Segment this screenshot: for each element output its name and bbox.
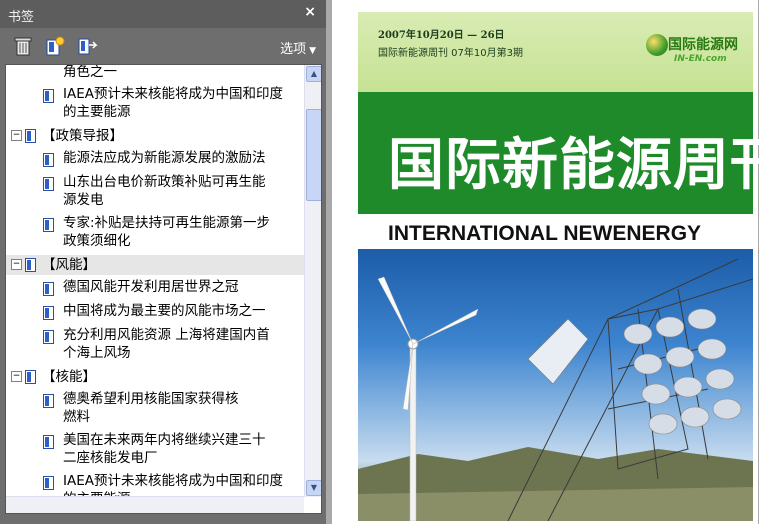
panel-title: 书签 bbox=[8, 10, 35, 25]
bookmark-label[interactable]: 美国在未来两年内将继续兴建三十 bbox=[63, 431, 266, 449]
bookmark-icon bbox=[43, 88, 54, 103]
bookmark-folder[interactable]: − 【政策导报】 bbox=[6, 126, 304, 146]
bookmark-item[interactable]: 中国将成为最主要的风能市场之一 bbox=[6, 302, 304, 320]
bookmark-label[interactable]: 个海上风场 bbox=[63, 344, 131, 362]
bookmark-label[interactable]: 燃料 bbox=[63, 408, 90, 426]
bookmark-item[interactable]: 德国风能开发利用居世界之冠 bbox=[6, 278, 304, 296]
options-menu[interactable]: 选项 ▼ bbox=[280, 38, 316, 57]
close-icon[interactable]: × bbox=[304, 4, 316, 20]
bookmark-label[interactable]: 中国将成为最主要的风能市场之一 bbox=[63, 302, 266, 320]
bookmark-folder[interactable]: − 【核能】 bbox=[6, 367, 304, 387]
document-view[interactable]: 2007年10月20日 — 26日 国际新能源周刊 07年10月第3期 国际能源… bbox=[326, 0, 759, 524]
vertical-scrollbar[interactable]: ▲ ▼ bbox=[304, 65, 321, 497]
logo-cn-text: 国际能源网 bbox=[668, 37, 738, 53]
bookmark-folder-label[interactable]: 【政策导报】 bbox=[42, 127, 123, 145]
bookmark-icon bbox=[43, 329, 54, 344]
collapse-icon[interactable]: − bbox=[11, 130, 22, 141]
bookmark-icon bbox=[43, 475, 54, 490]
bookmark-icon bbox=[43, 305, 54, 320]
bookmark-item[interactable]: 专家:补贴是扶持可再生能源第一步 政策须细化 bbox=[6, 214, 304, 250]
cover-date: 2007年10月20日 — 26日 bbox=[378, 30, 505, 41]
bookmark-icon bbox=[43, 217, 54, 232]
bookmark-folder[interactable]: −【太阳能】 bbox=[6, 513, 304, 514]
bookmark-label[interactable]: 充分利用风能资源 上海将建国内首 bbox=[63, 326, 270, 344]
bookmark-item[interactable]: 能源法应成为新能源发展的激励法 bbox=[6, 149, 304, 167]
collapse-icon[interactable]: − bbox=[11, 371, 22, 382]
bookmarks-toolbar: 选项 ▼ bbox=[0, 28, 326, 64]
options-label: 选项 bbox=[280, 42, 307, 57]
site-logo: 国际能源网 IN-EN.com bbox=[646, 34, 746, 74]
chevron-down-icon: ▼ bbox=[309, 46, 316, 56]
horizontal-scrollbar[interactable] bbox=[6, 496, 304, 513]
pdf-page: 2007年10月20日 — 26日 国际新能源周刊 07年10月第3期 国际能源… bbox=[332, 0, 759, 524]
bookmark-item[interactable]: 山东出台电价新政策补贴可再生能 源发电 bbox=[6, 173, 304, 209]
bookmark-label[interactable]: 角色之一 bbox=[63, 65, 117, 81]
bookmark-label[interactable]: 的主要能源 bbox=[63, 103, 131, 121]
bookmark-folder[interactable]: − 【风能】 bbox=[6, 255, 304, 275]
bookmark-label[interactable]: 能源法应成为新能源发展的激励法 bbox=[63, 149, 266, 167]
bookmark-icon bbox=[43, 393, 54, 408]
scroll-up-icon[interactable]: ▲ bbox=[306, 66, 321, 82]
bookmark-icon bbox=[43, 176, 54, 191]
logo-en-text: IN-EN.com bbox=[674, 54, 727, 64]
bookmark-tree[interactable]: 角色之一 IAEA预计未来核能将成为中国和印度 的主要能源 − 【政策导报】能源法应成为… bbox=[5, 64, 322, 514]
bookmark-icon bbox=[43, 434, 54, 449]
expand-bookmark-icon[interactable] bbox=[76, 35, 98, 57]
bookmark-label[interactable]: 德奥希望利用核能国家获得核 bbox=[63, 390, 239, 408]
delete-icon[interactable] bbox=[12, 35, 34, 57]
bookmark-folder-label[interactable]: 【核能】 bbox=[42, 368, 96, 386]
bookmark-label[interactable]: 政策须细化 bbox=[63, 232, 131, 250]
bookmark-item[interactable]: 美国在未来两年内将继续兴建三十 二座核能发电厂 bbox=[6, 431, 304, 467]
bookmark-icon bbox=[43, 281, 54, 296]
bookmark-label[interactable]: 专家:补贴是扶持可再生能源第一步 bbox=[63, 214, 270, 232]
cover-header: 2007年10月20日 — 26日 国际新能源周刊 07年10月第3期 国际能源… bbox=[358, 12, 753, 92]
cover-title: 国际新能源周刊 bbox=[388, 132, 759, 198]
bookmark-icon bbox=[25, 369, 36, 384]
bookmark-label[interactable]: 德国风能开发利用居世界之冠 bbox=[63, 278, 239, 296]
bookmark-item[interactable]: 充分利用风能资源 上海将建国内首 个海上风场 bbox=[6, 326, 304, 362]
bookmark-icon bbox=[25, 128, 36, 143]
scroll-thumb[interactable] bbox=[306, 109, 321, 201]
bookmarks-panel: 书签 × 选项 ▼ 角色之一 IAEA预计未来核能将成为中国和印度 的主要能源 − 【政策… bbox=[0, 0, 326, 524]
bookmark-label[interactable]: IAEA预计未来核能将成为中国和印度 bbox=[63, 472, 283, 490]
bookmark-icon bbox=[43, 152, 54, 167]
bookmark-icon bbox=[25, 257, 36, 272]
panel-header: 书签 × bbox=[0, 0, 326, 28]
bookmark-folder-label[interactable]: 【风能】 bbox=[42, 256, 96, 274]
new-bookmark-icon[interactable] bbox=[44, 35, 66, 57]
title-band: 国际新能源周刊 bbox=[358, 92, 759, 214]
bookmark-label[interactable]: 源发电 bbox=[63, 191, 104, 209]
bookmark-item[interactable]: 德奥希望利用核能国家获得核 燃料 bbox=[6, 390, 304, 426]
bookmark-label[interactable]: 山东出台电价新政策补贴可再生能 bbox=[63, 173, 266, 191]
cover-subtitle: INTERNATIONAL NEWENERGY bbox=[388, 222, 702, 245]
collapse-icon[interactable]: − bbox=[11, 259, 22, 270]
cover-issue: 国际新能源周刊 07年10月第3期 bbox=[378, 48, 523, 59]
wind-solar-illustration bbox=[358, 258, 753, 521]
scroll-down-icon[interactable]: ▼ bbox=[306, 480, 321, 496]
bookmark-label[interactable]: IAEA预计未来核能将成为中国和印度 bbox=[63, 85, 283, 103]
bookmark-label[interactable]: 二座核能发电厂 bbox=[63, 449, 158, 467]
bookmark-item[interactable]: IAEA预计未来核能将成为中国和印度的主要能源 bbox=[6, 85, 304, 121]
cover-photo bbox=[358, 249, 753, 521]
globe-icon bbox=[646, 34, 668, 56]
